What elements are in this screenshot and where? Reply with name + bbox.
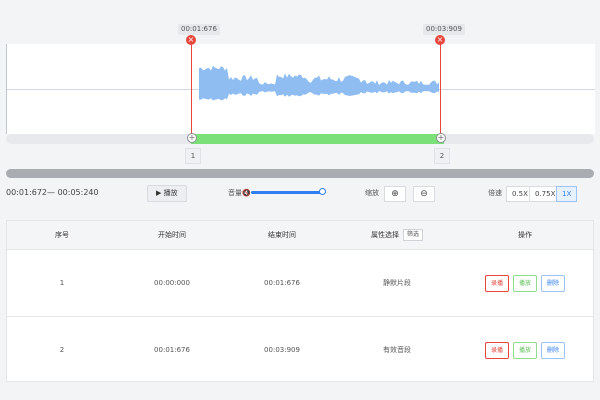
delete-button[interactable]: 删除	[541, 341, 565, 359]
row-actions: 录播 播放 删除	[457, 250, 593, 316]
table-row: 2 00:01:676 00:03:909 有效音段 录播 播放 删除	[7, 317, 593, 383]
selected-range	[191, 134, 445, 144]
start-time-tag: 00:01:676	[178, 24, 220, 35]
filter-button[interactable]: 筛选	[402, 229, 423, 241]
time-range-readout: 00:01:672— 00:05:240	[6, 188, 99, 197]
end-marker-close-icon[interactable]: ×	[435, 35, 445, 45]
row-start-time: 00:01:676	[154, 346, 190, 354]
segments-table: 序号 开始时间 结束时间 属性选择 筛选 操作 1 00:00:000 00:0…	[6, 220, 594, 382]
delete-button[interactable]: 删除	[541, 274, 565, 292]
row-start-time: 00:00:000	[154, 279, 190, 287]
waveform-panel[interactable]	[6, 44, 595, 134]
play-button[interactable]: ▶ 播放	[147, 185, 187, 202]
table-row: 1 00:00:000 00:01:676 静默片段 录播 播放 删除	[7, 250, 593, 317]
speed-label: 倍速	[488, 189, 502, 197]
row-index: 1	[59, 279, 65, 287]
control-bar: 00:01:672— 00:05:240 ▶ 播放 音量🔇 缩放 ⊕ ⊖ 倍速 …	[0, 182, 600, 204]
audio-editor: 00:01:676 00:03:909 × × + + 1 2 00:01:67…	[0, 0, 600, 400]
waveform	[199, 65, 439, 101]
horizontal-scrollbar[interactable]	[6, 169, 594, 178]
volume-label: 音量🔇	[228, 189, 251, 197]
selection-track[interactable]	[6, 134, 594, 144]
table-header: 序号 开始时间 结束时间 属性选择 筛选 操作	[7, 221, 593, 250]
row-end-time: 00:03:909	[264, 346, 300, 354]
volume-slider[interactable]	[251, 188, 326, 195]
header-end-time: 结束时间	[268, 231, 296, 239]
row-attribute[interactable]: 有效音段	[337, 317, 457, 383]
play-segment-button[interactable]: 播放	[513, 341, 537, 359]
speed-1x-button[interactable]: 1X	[556, 186, 578, 202]
zoom-label: 缩放	[365, 189, 379, 197]
play-segment-button[interactable]: 播放	[513, 274, 537, 292]
record-button[interactable]: 录播	[485, 341, 509, 359]
start-marker-line[interactable]	[191, 41, 192, 139]
row-index: 2	[59, 346, 65, 354]
volume-slider-knob[interactable]	[319, 188, 326, 195]
record-button[interactable]: 录播	[485, 274, 509, 292]
end-marker-line[interactable]	[440, 41, 441, 139]
header-attribute: 属性选择 筛选	[337, 221, 457, 249]
header-attribute-label: 属性选择	[370, 231, 399, 239]
zoom-out-icon[interactable]: ⊖	[413, 186, 435, 202]
range-start-handle[interactable]: +	[187, 133, 197, 143]
end-time-tag: 00:03:909	[423, 24, 465, 35]
header-actions: 操作	[518, 231, 532, 239]
row-actions: 录播 播放 删除	[457, 317, 593, 383]
start-marker-close-icon[interactable]: ×	[186, 35, 196, 45]
row-attribute[interactable]: 静默片段	[337, 250, 457, 316]
range-end-handle[interactable]: +	[436, 133, 446, 143]
handle-label-1: 1	[185, 148, 201, 164]
handle-label-2: 2	[434, 148, 450, 164]
header-index: 序号	[55, 231, 69, 239]
header-start-time: 开始时间	[158, 231, 186, 239]
row-end-time: 00:01:676	[264, 279, 300, 287]
zoom-in-icon[interactable]: ⊕	[384, 186, 406, 202]
